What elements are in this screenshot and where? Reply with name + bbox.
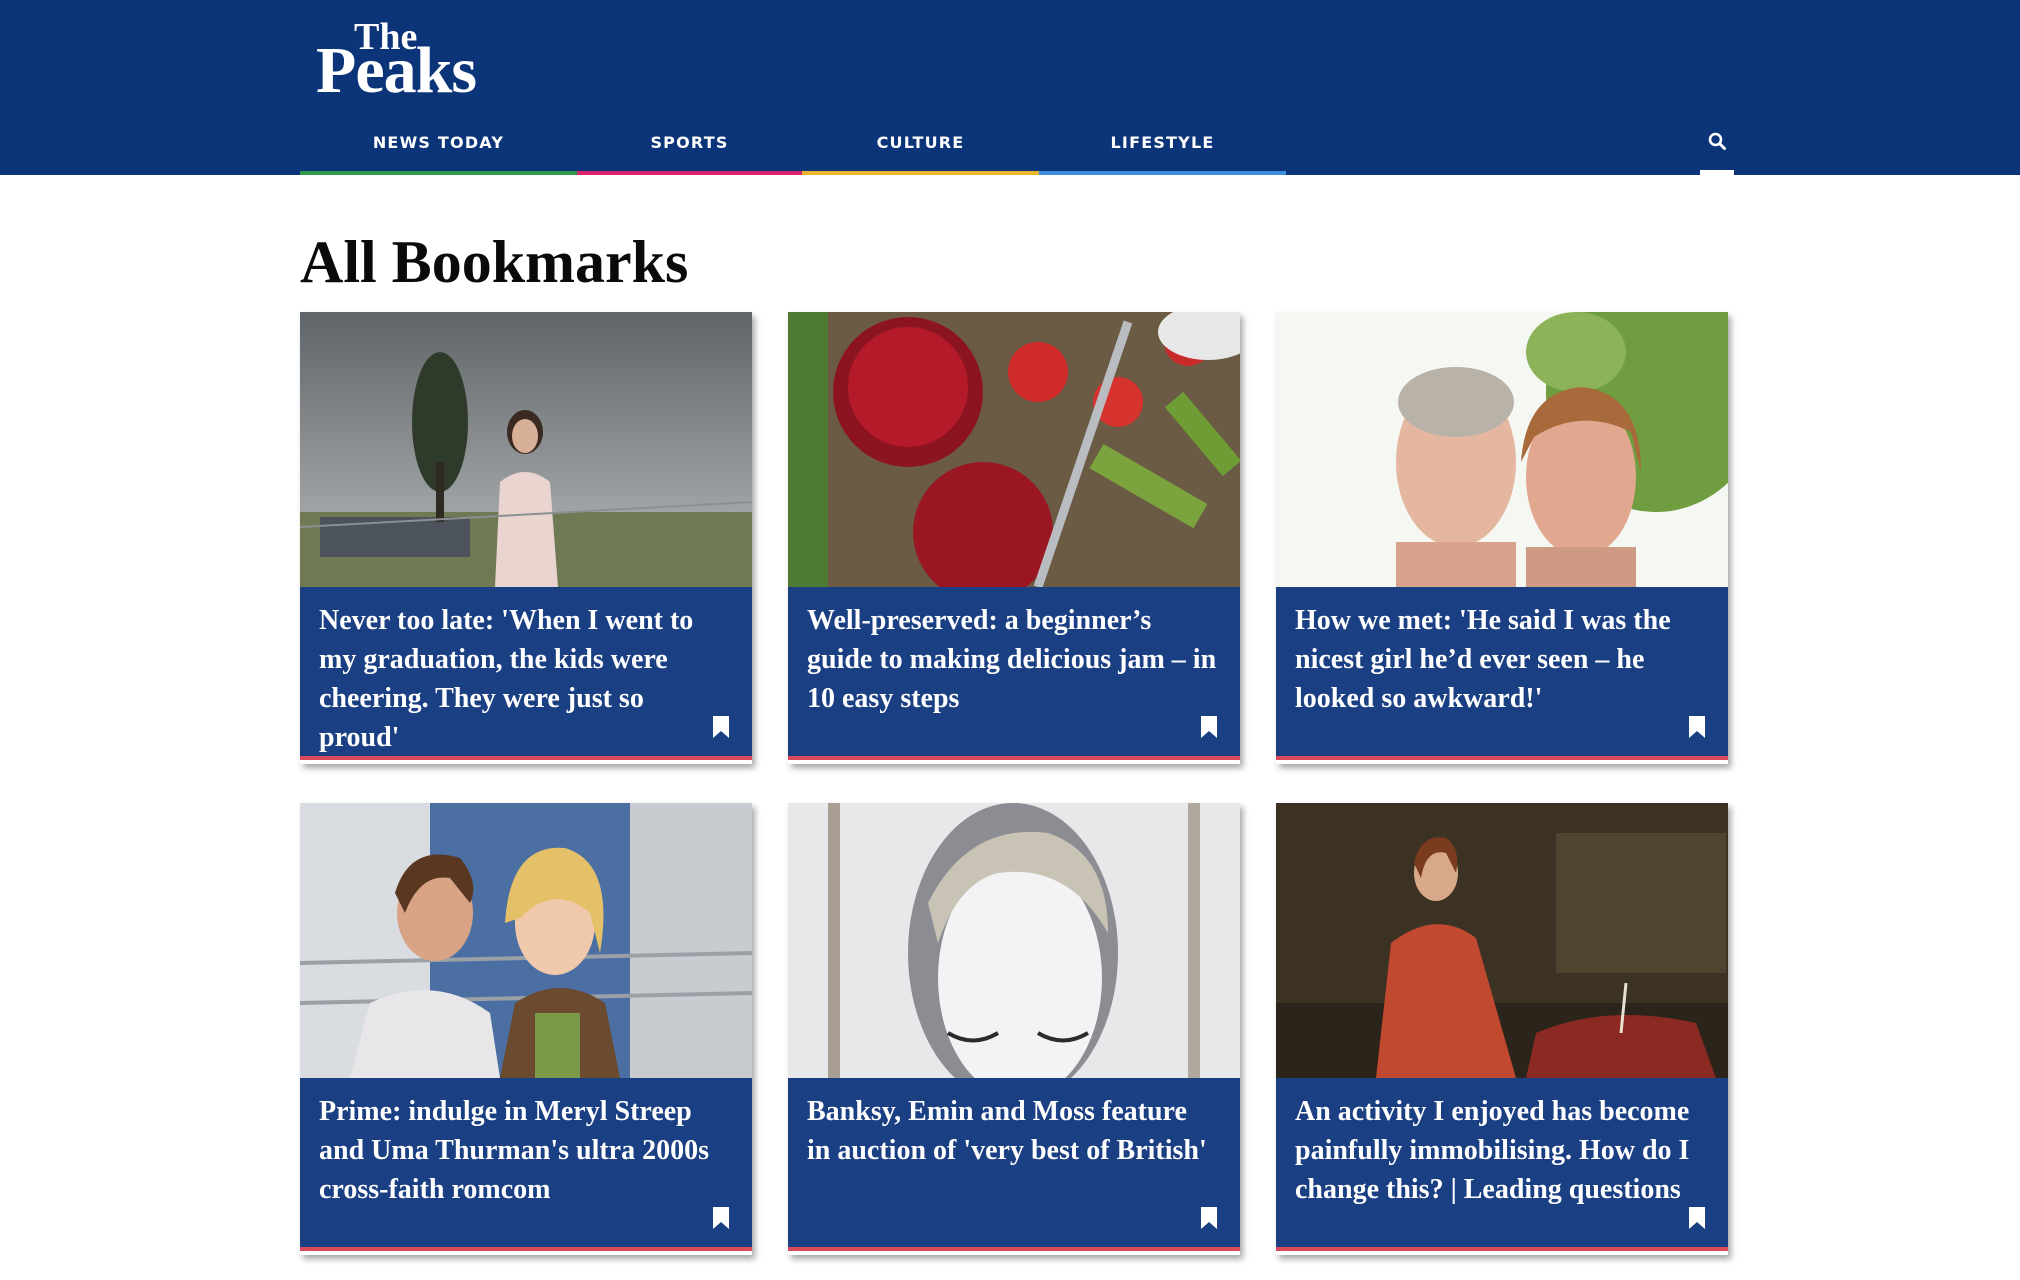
nav-lifestyle-label: LIFESTYLE: [1110, 133, 1215, 152]
bookmark-card[interactable]: Never too late: 'When I went to my gradu…: [300, 312, 752, 764]
nav-news-today-bar: [300, 171, 577, 175]
card-title[interactable]: Banksy, Emin and Moss feature in auction…: [807, 1092, 1217, 1170]
bookmark-card[interactable]: Banksy, Emin and Moss feature in auction…: [788, 803, 1240, 1255]
card-title[interactable]: How we met: 'He said I was the nicest gi…: [1295, 601, 1705, 718]
card-title[interactable]: Well-preserved: a beginner’s guide to ma…: [807, 601, 1217, 718]
card-accent: [300, 1247, 752, 1251]
nav-sports-label: SPORTS: [650, 133, 729, 152]
card-caption: Well-preserved: a beginner’s guide to ma…: [788, 587, 1240, 760]
bookmark-icon[interactable]: [1687, 715, 1707, 739]
card-accent: [1276, 756, 1728, 760]
card-title[interactable]: An activity I enjoyed has become painful…: [1295, 1092, 1705, 1209]
nav-lifestyle-bar: [1039, 171, 1286, 175]
card-title[interactable]: Prime: indulge in Meryl Streep and Uma T…: [319, 1092, 729, 1209]
card-image: [300, 803, 752, 1078]
card-caption: How we met: 'He said I was the nicest gi…: [1276, 587, 1728, 760]
search-button[interactable]: [1700, 120, 1734, 175]
card-image: [1276, 312, 1728, 587]
nav-culture[interactable]: CULTURE: [802, 114, 1039, 175]
nav-culture-bar: [802, 171, 1039, 175]
card-caption: Prime: indulge in Meryl Streep and Uma T…: [300, 1078, 752, 1251]
bookmark-icon[interactable]: [1199, 715, 1219, 739]
bookmark-icon[interactable]: [711, 1206, 731, 1230]
page-title: All Bookmarks: [300, 229, 689, 295]
card-title[interactable]: Never too late: 'When I went to my gradu…: [319, 601, 729, 757]
bookmark-card[interactable]: An activity I enjoyed has become painful…: [1276, 803, 1728, 1255]
card-accent: [788, 1247, 1240, 1251]
card-accent: [788, 756, 1240, 760]
card-image: [788, 803, 1240, 1078]
card-image: [788, 312, 1240, 587]
nav-news-today-label: NEWS TODAY: [372, 133, 505, 152]
nav-culture-label: CULTURE: [876, 133, 965, 152]
site-header: The Peaks NEWS TODAY SPORTS CULTURE LIFE…: [0, 0, 2020, 175]
bookmark-icon[interactable]: [1199, 1206, 1219, 1230]
bookmark-card[interactable]: Prime: indulge in Meryl Streep and Uma T…: [300, 803, 752, 1255]
nav-sports[interactable]: SPORTS: [577, 114, 802, 175]
bookmark-icon[interactable]: [1687, 1206, 1707, 1230]
card-caption: Never too late: 'When I went to my gradu…: [300, 587, 752, 760]
card-image: [1276, 803, 1728, 1078]
card-caption: Banksy, Emin and Moss feature in auction…: [788, 1078, 1240, 1251]
card-image: [300, 312, 752, 587]
site-logo[interactable]: The Peaks: [316, 18, 496, 104]
bookmark-card[interactable]: Well-preserved: a beginner’s guide to ma…: [788, 312, 1240, 764]
card-accent: [300, 756, 752, 760]
bookmark-icon[interactable]: [711, 715, 731, 739]
logo-peaks: Peaks: [316, 34, 477, 107]
nav-news-today[interactable]: NEWS TODAY: [300, 114, 577, 175]
card-caption: An activity I enjoyed has become painful…: [1276, 1078, 1728, 1251]
card-accent: [1276, 1247, 1728, 1251]
nav-sports-bar: [577, 171, 802, 175]
search-underline: [1700, 170, 1734, 175]
bookmark-card[interactable]: How we met: 'He said I was the nicest gi…: [1276, 312, 1728, 764]
search-icon: [1708, 132, 1726, 150]
nav-lifestyle[interactable]: LIFESTYLE: [1039, 114, 1286, 175]
